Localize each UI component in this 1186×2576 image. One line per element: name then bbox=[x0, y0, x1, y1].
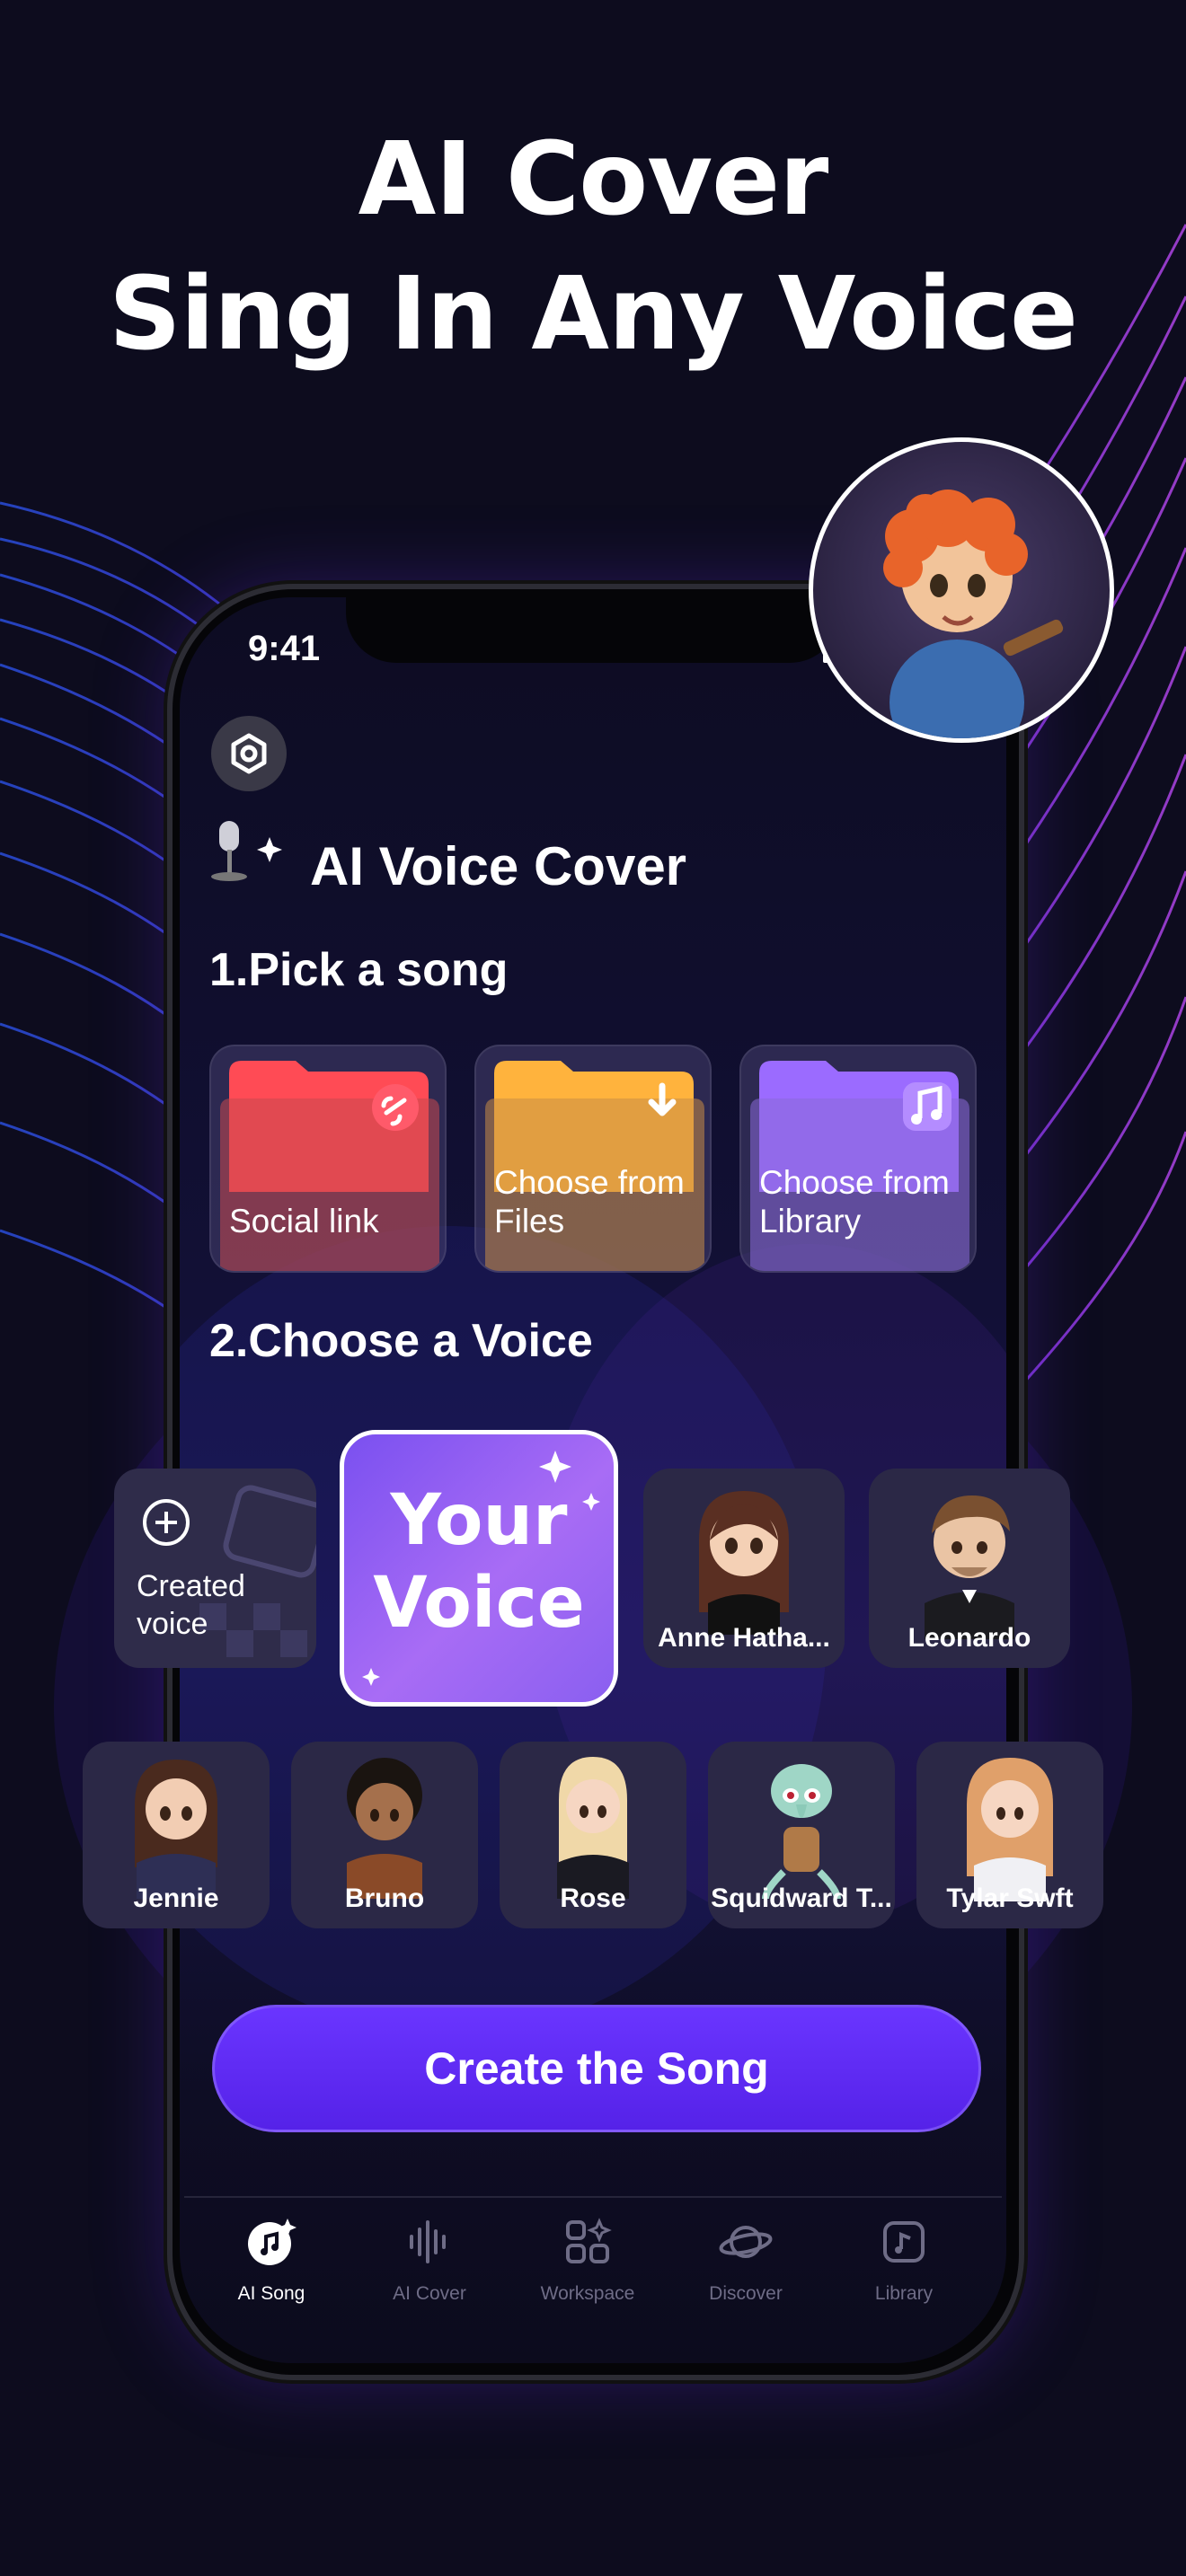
tab-library[interactable]: Library bbox=[825, 2210, 983, 2305]
tab-label: AI Cover bbox=[393, 2283, 466, 2304]
status-time: 9:41 bbox=[248, 629, 321, 668]
character-avatar-bubble bbox=[809, 437, 1114, 743]
cartoon-singer-illustration bbox=[883, 490, 1064, 738]
tab-label: AI Song bbox=[237, 2283, 305, 2304]
created-voice-card[interactable]: Created voice bbox=[114, 1469, 316, 1668]
phone-notch bbox=[346, 595, 840, 663]
source-choose-library[interactable]: Choose from Library bbox=[739, 1045, 977, 1273]
voice-card-leonardo[interactable]: Leonardo bbox=[869, 1469, 1070, 1668]
headline-line-1: AI Cover bbox=[358, 121, 829, 238]
settings-button[interactable] bbox=[211, 716, 287, 791]
voice-name: Jennie bbox=[133, 1883, 219, 1913]
grid-icon bbox=[566, 2218, 612, 2263]
headline-line-2: Sing In Any Voice bbox=[108, 256, 1078, 373]
step-pick-song: 1.Pick a song bbox=[209, 944, 509, 996]
choose-files-label: Choose from Files bbox=[494, 1164, 685, 1239]
waveform-icon bbox=[410, 2220, 446, 2263]
tab-label: Discover bbox=[709, 2283, 783, 2304]
create-song-button[interactable]: Create the Song bbox=[212, 2005, 981, 2132]
tab-ai-song[interactable]: AI Song bbox=[192, 2210, 350, 2305]
your-voice-card[interactable]: Your Voice bbox=[340, 1430, 618, 1707]
voice-name: Rose bbox=[560, 1883, 626, 1913]
step-choose-voice: 2.Choose a Voice bbox=[209, 1315, 593, 1367]
voice-card-bruno[interactable]: Bruno bbox=[291, 1742, 478, 1928]
tab-label: Library bbox=[874, 2283, 934, 2304]
tab-bar-divider bbox=[184, 2196, 1002, 2198]
voice-card-anne[interactable]: Anne Hatha... bbox=[643, 1469, 845, 1668]
planet-icon bbox=[719, 2226, 773, 2258]
your-voice-label: Your Voice bbox=[373, 1480, 585, 1644]
choose-library-label: Choose from Library bbox=[759, 1164, 950, 1239]
tab-discover[interactable]: Discover bbox=[667, 2210, 825, 2305]
cassette-icon bbox=[223, 1485, 316, 1578]
tab-label: Workspace bbox=[540, 2283, 635, 2304]
tab-workspace[interactable]: Workspace bbox=[509, 2210, 667, 2305]
library-icon bbox=[883, 2221, 925, 2263]
tab-ai-cover[interactable]: AI Cover bbox=[350, 2210, 509, 2305]
voice-card-rose[interactable]: Rose bbox=[500, 1742, 686, 1928]
voice-card-jennie[interactable]: Jennie bbox=[83, 1742, 270, 1928]
music-disc-icon bbox=[248, 2219, 296, 2265]
microphone-icon bbox=[208, 817, 298, 894]
hexagon-settings-icon bbox=[231, 733, 267, 774]
created-voice-label: Created voice bbox=[137, 1569, 245, 1641]
voice-name: Anne Hatha... bbox=[658, 1623, 830, 1653]
voice-card-squidward[interactable]: Squidward T... bbox=[708, 1742, 895, 1928]
voice-name: Leonardo bbox=[907, 1623, 1031, 1653]
voice-card-tylar[interactable]: Tylar Swft bbox=[916, 1742, 1103, 1928]
source-choose-files[interactable]: Choose from Files bbox=[474, 1045, 712, 1273]
social-link-label: Social link bbox=[229, 1203, 379, 1239]
voice-name: Tylar Swft bbox=[946, 1883, 1074, 1913]
voice-name: Squidward T... bbox=[711, 1883, 892, 1913]
screen-title: AI Voice Cover bbox=[310, 836, 687, 896]
voice-name: Bruno bbox=[344, 1883, 425, 1913]
source-social-link[interactable]: Social link bbox=[209, 1045, 447, 1273]
